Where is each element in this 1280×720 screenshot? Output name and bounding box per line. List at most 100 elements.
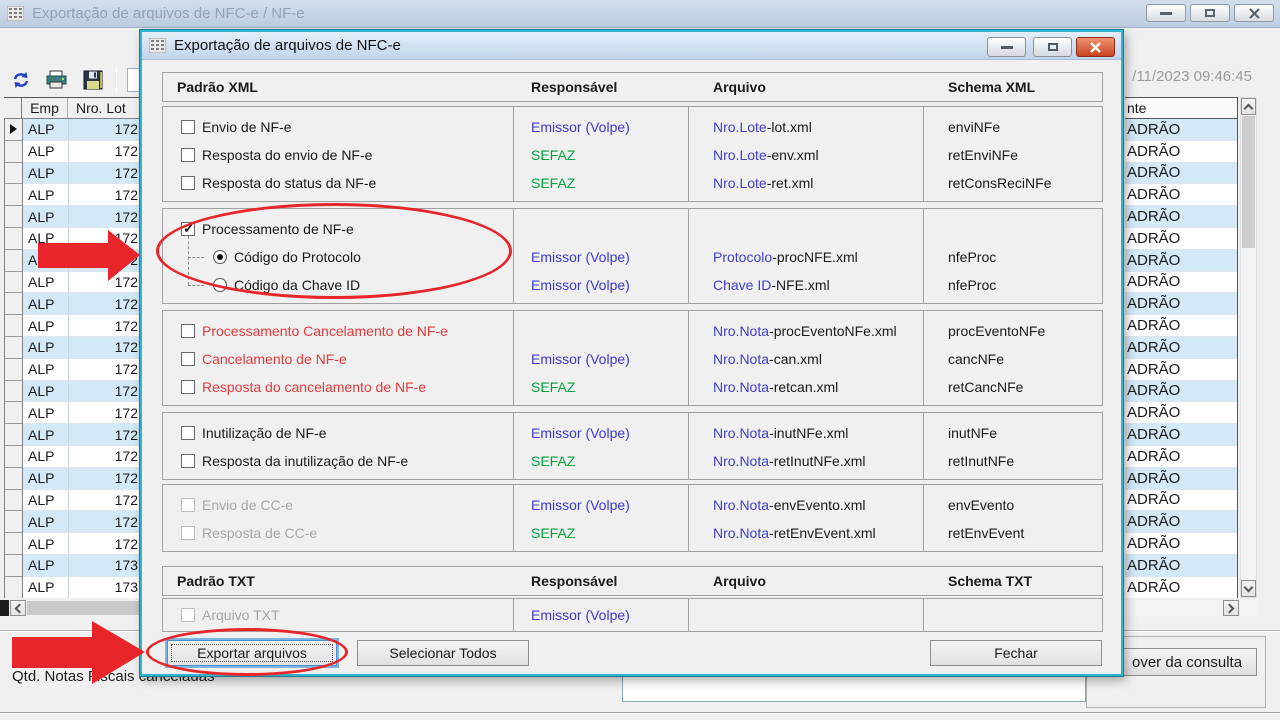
main-minimize-button[interactable] [1146,4,1186,22]
row-selector-cell[interactable] [5,424,23,446]
table-row[interactable]: ALP172 [5,315,140,337]
main-close-button[interactable] [1234,4,1274,22]
file-cell: Nro.Nota-inutNFe.xml [688,419,923,447]
table-row[interactable]: ALP172 [5,293,140,315]
option-checkbox[interactable] [181,148,195,162]
row-selector-cell[interactable] [5,511,23,533]
vertical-scrollbar[interactable] [1240,97,1257,598]
table-row[interactable]: ALP172 [5,490,140,512]
table-row[interactable]: ALP172 [5,424,140,446]
table-row[interactable]: ALP172 [5,468,140,490]
table-row[interactable]: ALP172 [5,228,140,250]
row-selector-cell[interactable] [5,381,23,403]
print-button[interactable] [44,67,70,93]
file-prefix: Nro.Nota [713,351,769,367]
cell-lote: 173 [69,555,140,577]
save-button[interactable] [80,67,106,93]
cell-right: ADRÃO [1125,381,1237,403]
responsible-cell [513,317,688,345]
row-selector-cell[interactable] [5,206,23,228]
table-row[interactable]: ALP172 [5,250,140,272]
option-checkbox[interactable] [181,426,195,440]
chevron-down-icon [1244,582,1254,592]
option-checkbox[interactable] [181,176,195,190]
table-row[interactable]: ALP172 [5,511,140,533]
scroll-up-button[interactable] [1241,98,1256,115]
option-label: Envio de NF-e [202,119,291,135]
row-selector-cell[interactable] [5,490,23,512]
row-selector-cell[interactable] [5,577,23,598]
row-selector-cell[interactable] [5,228,23,250]
row-selector-cell[interactable] [5,555,23,577]
option-radio[interactable] [213,278,227,292]
scroll-left-button[interactable] [10,600,26,616]
option-checkbox[interactable] [181,352,195,366]
dialog-close-button[interactable] [1076,37,1115,57]
row-selector-cell[interactable] [5,141,23,163]
vertical-scrollbar-thumb[interactable] [1242,116,1255,248]
row-selector-cell[interactable] [5,533,23,555]
option-checkbox[interactable] [181,380,195,394]
option-checkbox[interactable] [181,324,195,338]
horizontal-scrollbar-left[interactable] [0,600,140,616]
row-selector-cell[interactable] [5,359,23,381]
row-selector-cell[interactable] [5,446,23,468]
current-row-marker-icon [10,124,17,134]
horizontal-scrollbar-thumb[interactable] [27,601,140,615]
table-row[interactable]: ALP172 [5,533,140,555]
option-checkbox[interactable] [181,222,195,236]
option-radio[interactable] [213,250,227,264]
row-selector-cell[interactable] [5,315,23,337]
table-row[interactable]: ALP172 [5,206,140,228]
row-selector-cell[interactable] [5,184,23,206]
table-row[interactable]: ALP172 [5,119,140,141]
responsible-value: Emissor (Volpe) [531,425,630,441]
row-selector-cell[interactable] [5,468,23,490]
header-arquivo-txt: Arquivo [688,573,923,589]
row-selector-cell[interactable] [5,402,23,424]
row-selector-cell[interactable] [5,119,23,141]
horizontal-scrollbar-right[interactable] [1125,600,1257,616]
export-files-button[interactable]: Exportar arquivos [167,640,337,666]
column-header-right[interactable]: nte [1125,97,1238,119]
option-checkbox[interactable] [181,454,195,468]
table-row[interactable]: ALP172 [5,446,140,468]
responsible-value: SEFAZ [531,525,575,541]
row-selector-cell[interactable] [5,293,23,315]
row-selector-cell[interactable] [5,337,23,359]
qtd-canceladas-field[interactable] [622,676,1086,702]
main-toolbar [8,62,153,98]
column-header-lote[interactable]: Nro. Lot [68,98,140,118]
table-row[interactable]: ALP173 [5,577,140,598]
row-selector-cell[interactable] [5,272,23,294]
table-row[interactable]: ALP172 [5,163,140,185]
table-row[interactable]: ALP172 [5,141,140,163]
txt-group: Arquivo TXTEmissor (Volpe) [162,598,1103,632]
file-cell: Nro.Lote-lot.xml [688,113,923,141]
table-row[interactable]: ALP172 [5,272,140,294]
cell-emp: ALP [23,315,69,337]
row-selector-cell[interactable] [5,250,23,272]
main-maximize-button[interactable] [1190,4,1230,22]
option-checkbox[interactable] [181,120,195,134]
table-row[interactable]: ALP173 [5,555,140,577]
scroll-right-button[interactable] [1223,600,1239,616]
table-row[interactable]: ALP172 [5,184,140,206]
option-row-label-cell: Resposta da inutilização de NF-e [163,447,513,475]
table-row[interactable]: ALP172 [5,402,140,424]
table-row[interactable]: ALP172 [5,359,140,381]
export-options-table: Padrão XML Responsável Arquivo Schema XM… [162,72,1103,632]
responsible-cell: Emissor (Volpe) [513,113,688,141]
close-dialog-button[interactable]: Fechar [930,640,1102,666]
cell-right: ADRÃO [1125,163,1237,185]
table-row[interactable]: ALP172 [5,381,140,403]
dialog-maximize-button[interactable] [1033,37,1072,57]
row-selector-cell[interactable] [5,163,23,185]
table-row[interactable]: ALP172 [5,337,140,359]
refresh-button[interactable] [8,67,34,93]
dialog-minimize-button[interactable] [987,37,1026,57]
cell-lote: 172 [69,315,140,337]
select-all-button[interactable]: Selecionar Todos [357,640,529,666]
column-header-emp[interactable]: Emp [22,98,68,118]
scroll-down-button[interactable] [1241,580,1256,597]
